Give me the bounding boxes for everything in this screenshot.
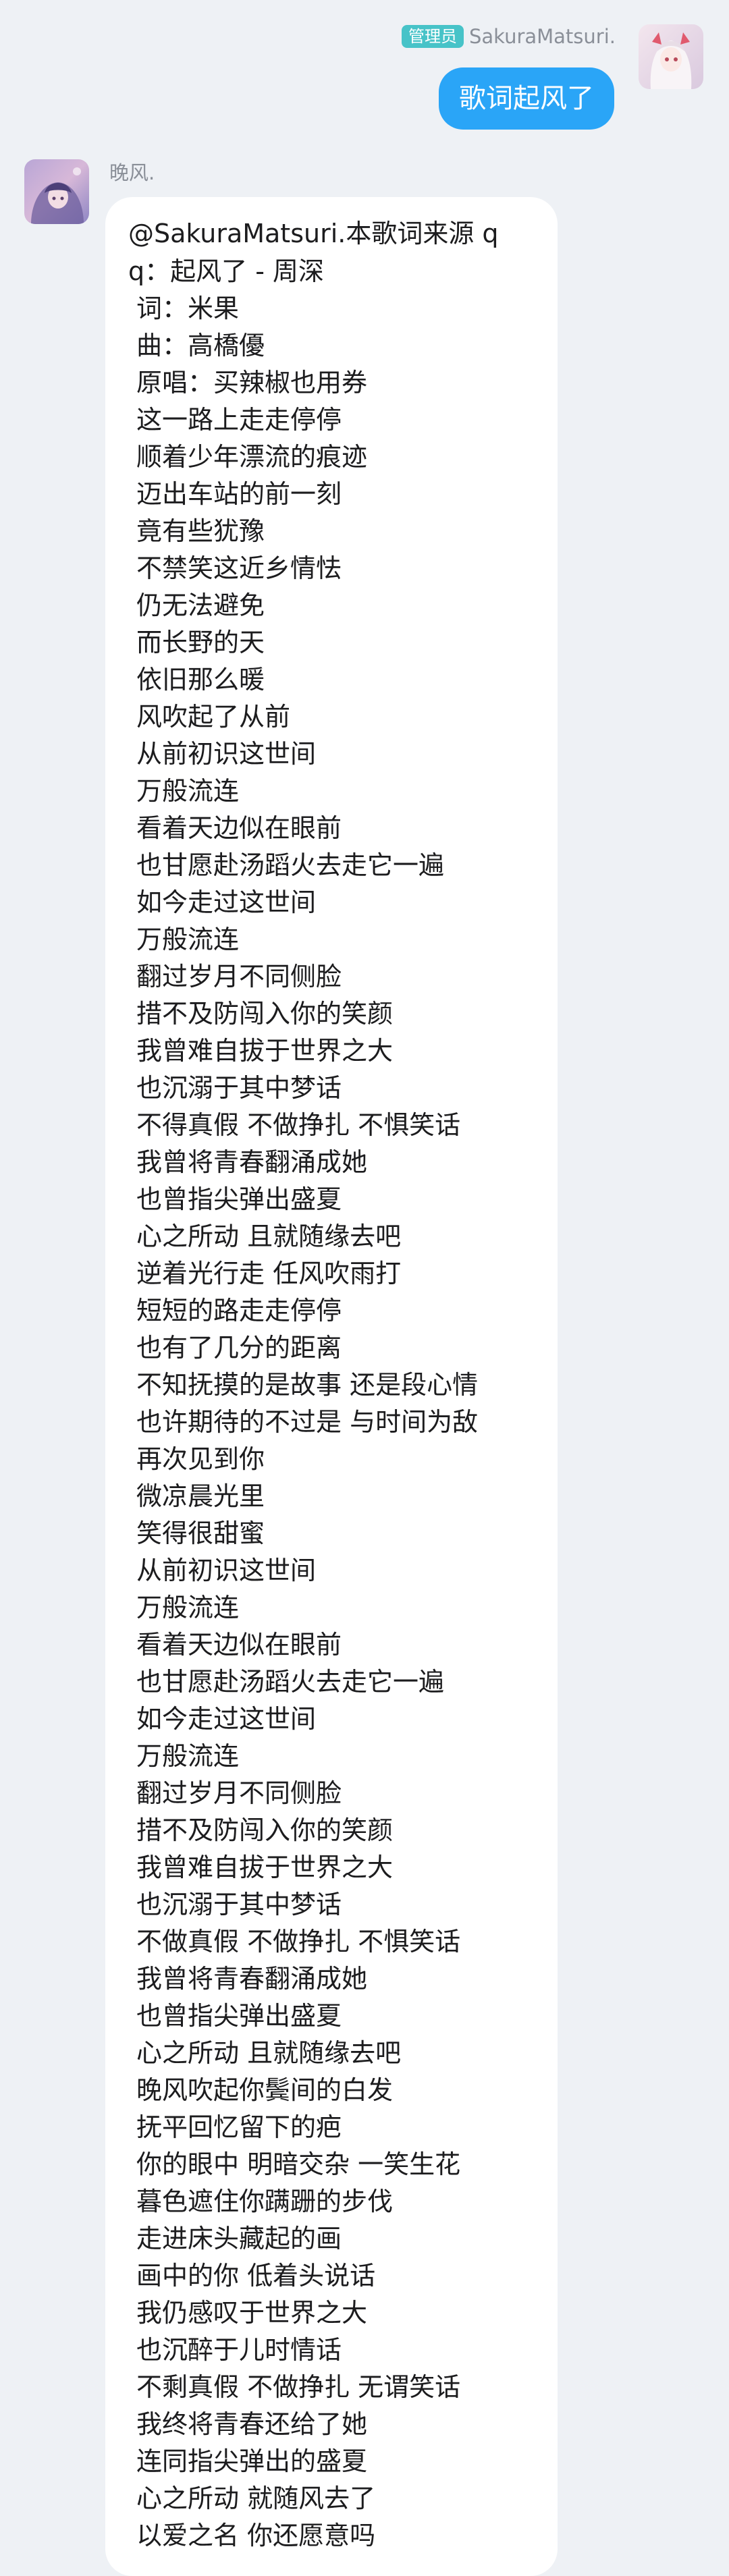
lyric-line: 也甘愿赴汤蹈火去走它一遍 [136,850,445,880]
lyric-line: 仍无法避免 [136,591,265,620]
outgoing-sender-name[interactable]: SakuraMatsuri. [469,24,616,49]
lyric-line: 晚风吹起你鬓间的白发 [136,2075,394,2105]
lyric-line: 看着天边似在眼前 [136,1630,342,1660]
lyric-line: 如今走过这世间 [136,887,317,917]
lyric-line: 心之所动 且就随缘去吧 [136,1222,402,1251]
anime-girl-avatar-icon [639,24,703,89]
lyric-line: 也曾指尖弹出盛夏 [136,1184,342,1214]
lyric-line: 不知抚摸的是故事 还是段心情 [136,1370,479,1400]
incoming-message-bubble[interactable]: @SakuraMatsuri.本歌词来源 qq：起风了 - 周深 词：米果曲：高… [105,197,558,2576]
lyric-line: 迈出车站的前一刻 [136,479,342,509]
lyric-line: 顺着少年漂流的痕迹 [136,442,368,472]
lyric-line: 不禁笑这近乡情怯 [136,553,342,583]
outgoing-message-bubble[interactable]: 歌词起风了 [439,67,614,130]
admin-role-badge: 管理员 [401,25,464,48]
lyric-line: 词：米果 [136,294,240,323]
lyric-line: 抚平回忆留下的疤 [136,2112,342,2142]
lyric-line: 微凉晨光里 [136,1481,265,1511]
lyric-line: 逆着光行走 任风吹雨打 [136,1259,402,1288]
lyric-line: 措不及防闯入你的笑颜 [136,999,394,1029]
lyric-line: 竟有些犹豫 [136,516,265,546]
lyric-line: 万般流连 [136,776,240,806]
lyric-line: 看着天边似在眼前 [136,813,342,843]
lyric-line: 我终将青春还给了她 [136,2409,368,2439]
lyric-line: 从前初识这世间 [136,1556,317,1585]
lyric-line: 翻过岁月不同侧脸 [136,1778,342,1808]
lyric-line: 风吹起了从前 [136,702,291,732]
lyric-line: 翻过岁月不同侧脸 [136,962,342,991]
lyric-line: 不做真假 不做挣扎 不惧笑话 [136,1927,461,1956]
lyric-line: 曲：高橋優 [136,331,265,360]
lyric-line: 也沉溺于其中梦话 [136,1890,342,1919]
incoming-avatar[interactable] [24,159,89,224]
lyric-line: 心之所动 就随风去了 [136,2484,376,2513]
lyrics-list: 词：米果曲：高橋優原唱：买辣椒也用券 这一路上走走停停 顺着少年漂流的痕迹 迈出车站的… [136,290,540,2554]
lyrics-source-header: @SakuraMatsuri.本歌词来源 qq：起风了 - 周深 [128,219,499,286]
lyric-line: 也许期待的不过是 与时间为敌 [136,1407,479,1437]
lyric-line: 心之所动 且就随缘去吧 [136,2038,402,2068]
lyric-line: 画中的你 低着头说话 [136,2261,376,2291]
lyric-line: 而长野的天 [136,628,265,657]
lyric-line: 连同指尖弹出的盛夏 [136,2446,368,2476]
lyric-line: 短短的路走走停停 [136,1296,342,1325]
lyric-line: 不得真假 不做挣扎 不惧笑话 [136,1110,461,1140]
lyric-line: 万般流连 [136,925,240,954]
lyric-line: 也甘愿赴汤蹈火去走它一遍 [136,1667,445,1697]
lyric-line: 这一路上走走停停 [136,405,342,435]
lyric-line: 走进床头藏起的画 [136,2224,342,2253]
lyric-line: 再次见到你 [136,1444,265,1474]
lyric-line: 从前初识这世间 [136,739,317,769]
lyric-line: 我曾将青春翻涌成她 [136,1147,368,1177]
lyric-line: 如今走过这世间 [136,1704,317,1734]
outgoing-sender-meta: 管理员 SakuraMatsuri. [401,24,616,49]
lyric-line: 你的眼中 明暗交杂 一笑生花 [136,2149,461,2179]
lyric-line: 也沉溺于其中梦话 [136,1073,342,1103]
lyric-line: 不剩真假 不做挣扎 无谓笑话 [136,2372,461,2402]
lyric-line: 以爱之名 你还愿意吗 [136,2521,376,2550]
lyric-line: 我曾将青春翻涌成她 [136,1964,368,1994]
lyric-line: 万般流连 [136,1593,240,1622]
lyric-line: 原唱：买辣椒也用券 [136,368,368,398]
lyric-line: 也有了几分的距离 [136,1333,342,1363]
lyric-line: 措不及防闯入你的笑颜 [136,1815,394,1845]
lyric-line: 万般流连 [136,1741,240,1771]
lyric-line: 我仍感叹于世界之大 [136,2298,368,2328]
lyric-line: 暮色遮住你蹒跚的步伐 [136,2187,394,2216]
outgoing-avatar[interactable] [639,24,703,89]
lyric-line: 依旧那么暖 [136,665,265,694]
anime-girl-avatar-icon [24,159,89,224]
lyric-line: 我曾难自拔于世界之大 [136,1853,394,1882]
lyric-line: 也沉醉于儿时情话 [136,2335,342,2365]
lyric-line: 也曾指尖弹出盛夏 [136,2001,342,2031]
incoming-sender-name[interactable]: 晚风. [109,161,155,185]
lyric-line: 笑得很甜蜜 [136,1518,265,1548]
lyric-line: 我曾难自拔于世界之大 [136,1036,394,1066]
